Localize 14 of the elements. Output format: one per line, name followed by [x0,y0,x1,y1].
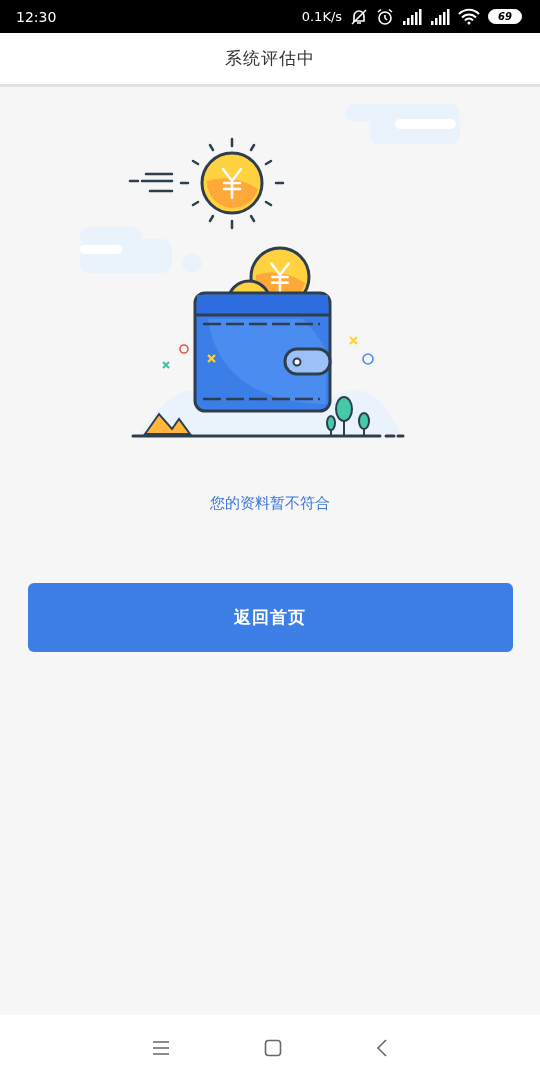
alarm-icon [376,7,395,26]
muted-bell-icon [350,7,369,26]
status-time: 12:30 [16,8,58,25]
back-home-button[interactable]: 返回首页 [27,583,513,652]
home-square-icon[interactable] [264,1038,282,1057]
battery-level: 69 [488,9,522,24]
page-title: 系统评估中 [225,47,315,70]
network-speed: 0.1K/s [301,9,343,24]
menu-icon[interactable] [152,1039,170,1056]
wifi-icon [458,8,481,25]
signal-icon [402,8,423,25]
status-message: 您的资料暂不符合 [210,494,330,513]
signal-icon [430,8,451,25]
back-icon[interactable] [376,1038,388,1057]
